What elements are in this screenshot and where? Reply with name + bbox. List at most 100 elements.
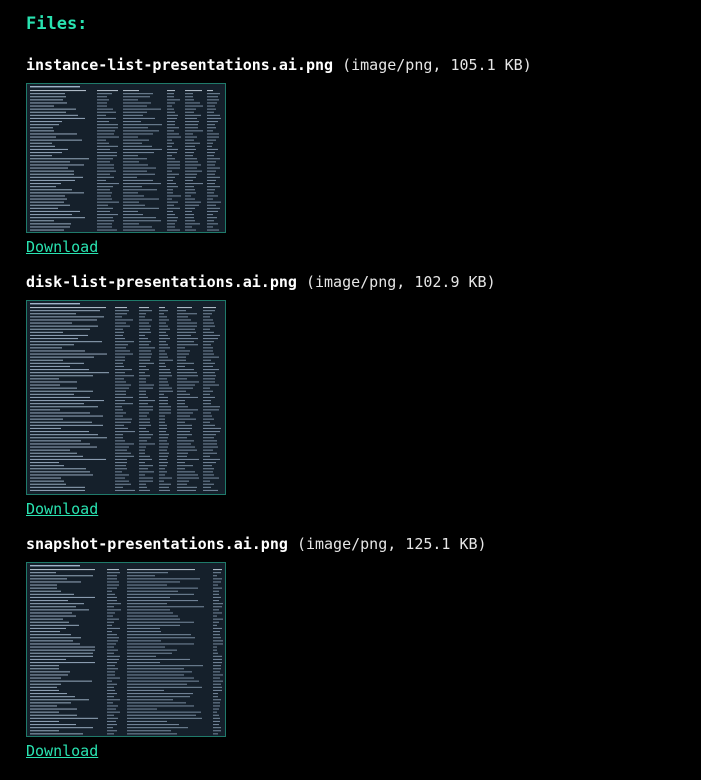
thumbnail-text-line (30, 117, 85, 119)
thumbnail-text-line (30, 702, 71, 704)
thumbnail-text-line (139, 375, 150, 377)
thumbnail-text-line (127, 730, 171, 732)
thumbnail-text-line (203, 372, 215, 374)
thumbnail-text-line (107, 643, 116, 645)
thumbnail-text-line (207, 214, 213, 216)
thumbnail-text-line (139, 365, 146, 367)
thumbnail-text-line (115, 446, 129, 448)
thumbnail-text-line (30, 686, 57, 688)
thumbnail-text-line (139, 338, 148, 340)
thumbnail-text-line (107, 584, 119, 586)
thumbnail-text-line (159, 427, 167, 429)
thumbnail-text-line (185, 108, 196, 110)
thumbnail-text-line (207, 114, 220, 116)
thumbnail-text-line (107, 569, 119, 571)
file-meta: (image/png, 105.1 KB) (342, 56, 532, 74)
thumbnail-text-line (203, 431, 220, 433)
thumbnail-text-line (159, 353, 167, 355)
thumbnail-text-line (159, 455, 168, 457)
thumbnail-text-line (185, 170, 202, 172)
thumbnail-text-line (30, 124, 59, 126)
thumbnail-text-line (123, 207, 159, 209)
thumbnail-text-line (207, 226, 213, 228)
thumbnail-text-line (97, 198, 112, 200)
thumbnail-text-line (30, 170, 74, 172)
thumbnail-text-line (30, 424, 103, 426)
thumbnail-text-line (207, 136, 219, 138)
thumbnail-text-line (203, 412, 211, 414)
thumbnail-text-line (177, 378, 187, 380)
thumbnail-text-line (213, 727, 221, 729)
thumbnail-text-line (207, 167, 220, 169)
thumbnail-text-line (139, 310, 152, 312)
download-link[interactable]: Download (26, 237, 98, 257)
thumbnail-text-line (177, 365, 185, 367)
thumbnail-text-line (107, 596, 117, 598)
file-entry: instance-list-presentations.ai.png (imag… (26, 54, 686, 257)
thumbnail-text-line (203, 365, 213, 367)
thumbnail-text-line (123, 192, 138, 194)
file-thumbnail[interactable] (26, 562, 226, 737)
thumbnail-text-line (115, 369, 132, 371)
thumbnail-text-line (185, 155, 193, 157)
thumbnail-text-line (107, 587, 117, 589)
thumbnail-text-line (123, 130, 159, 132)
thumbnail-text-line (203, 328, 210, 330)
thumbnail-text-line (177, 415, 190, 417)
thumbnail-text-line (203, 474, 214, 476)
thumbnail-text-line (123, 198, 159, 200)
thumbnail-text-line (107, 730, 117, 732)
thumbnail-text-line (203, 313, 212, 315)
thumbnail-text-line (97, 117, 116, 119)
thumbnail-text-line (115, 403, 133, 405)
thumbnail-text-line (30, 403, 84, 405)
download-link[interactable]: Download (26, 741, 98, 761)
thumbnail-text-line (177, 434, 192, 436)
thumbnail-text-line (97, 176, 114, 178)
thumbnail-text-line (177, 372, 197, 374)
thumbnail-text-line (213, 572, 221, 574)
thumbnail-text-line (127, 714, 196, 716)
thumbnail-text-line (123, 195, 144, 197)
thumbnail-text-line (177, 437, 187, 439)
thumbnail-text-line (139, 468, 148, 470)
thumbnail-text-line (107, 665, 115, 667)
thumbnail-text-line (139, 344, 149, 346)
thumbnail-text-line (127, 587, 198, 589)
thumbnail-text-line (107, 615, 113, 617)
thumbnail-text-line (177, 313, 197, 315)
thumbnail-text-line (30, 569, 95, 571)
thumbnail-text-line (123, 136, 138, 138)
thumbnail-text-line (213, 720, 220, 722)
thumbnail-text-line (203, 483, 214, 485)
thumbnail-text-line (203, 458, 220, 460)
thumbnail-text-line (203, 480, 210, 482)
thumbnail-text-line (139, 356, 151, 358)
download-link[interactable]: Download (26, 499, 98, 519)
thumbnail-text-line (97, 186, 113, 188)
thumbnail-text-line (127, 649, 177, 651)
thumbnail-text-line (30, 99, 63, 101)
thumbnail-text-line (30, 111, 66, 113)
thumbnail-text-line (123, 161, 139, 163)
file-thumbnail[interactable] (26, 300, 226, 495)
thumbnail-text-line (167, 161, 180, 163)
thumbnail-text-line (30, 316, 104, 318)
thumbnail-text-line (139, 409, 153, 411)
thumbnail-text-line (185, 121, 199, 123)
file-thumbnail[interactable] (26, 83, 226, 233)
thumbnail-text-line (167, 96, 174, 98)
thumbnail-text-line (107, 717, 118, 719)
thumbnail-text-line (107, 686, 114, 688)
thumbnail-text-line (115, 449, 127, 451)
thumbnail-text-line (139, 415, 147, 417)
thumbnail-text-line (30, 462, 59, 464)
thumbnail-text-line (213, 584, 218, 586)
thumbnail-text-line (30, 347, 62, 349)
thumbnail-text-line (30, 133, 77, 135)
thumbnail-text-line (30, 674, 68, 676)
thumbnail-text-line (30, 189, 72, 191)
thumbnail-text-line (177, 486, 197, 488)
thumbnail-text-line (127, 665, 203, 667)
thumbnail-text-line (123, 152, 154, 154)
